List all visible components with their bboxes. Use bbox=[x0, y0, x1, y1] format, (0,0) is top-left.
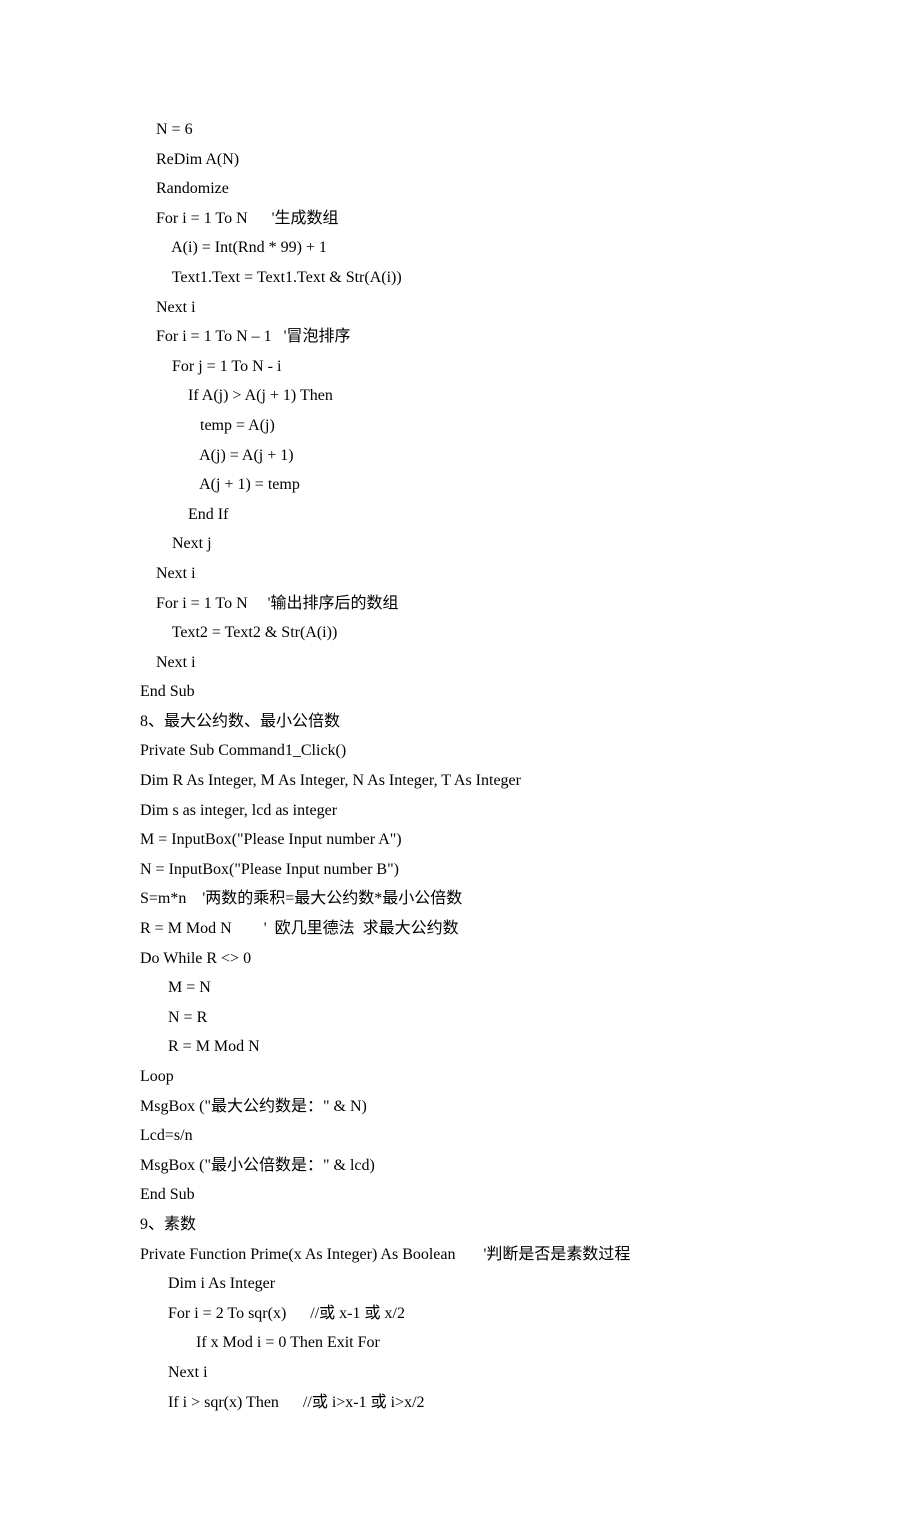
code-line: N = InputBox("Please Input number B") bbox=[140, 855, 780, 885]
code-line: End Sub bbox=[140, 1180, 780, 1210]
code-line: A(j) = A(j + 1) bbox=[140, 441, 780, 471]
code-line: For j = 1 To N - i bbox=[140, 352, 780, 382]
code-line: A(j + 1) = temp bbox=[140, 470, 780, 500]
code-line: Dim R As Integer, M As Integer, N As Int… bbox=[140, 766, 780, 796]
code-line: Dim i As Integer bbox=[140, 1269, 780, 1299]
code-line: Private Sub Command1_Click() bbox=[140, 736, 780, 766]
code-line: MsgBox ("最小公倍数是：" & lcd) bbox=[140, 1151, 780, 1181]
code-line: For i = 1 To N '输出排序后的数组 bbox=[140, 589, 780, 619]
code-line: A(i) = Int(Rnd * 99) + 1 bbox=[140, 233, 780, 263]
code-line: Next i bbox=[140, 1358, 780, 1388]
document-page: N = 6 ReDim A(N) Randomize For i = 1 To … bbox=[140, 115, 780, 1417]
code-line: If i > sqr(x) Then //或 i>x-1 或 i>x/2 bbox=[140, 1388, 780, 1418]
code-line: End Sub bbox=[140, 677, 780, 707]
code-line: 9、素数 bbox=[140, 1210, 780, 1240]
code-line: End If bbox=[140, 500, 780, 530]
code-line: N = R bbox=[140, 1003, 780, 1033]
code-line: For i = 2 To sqr(x) //或 x-1 或 x/2 bbox=[140, 1299, 780, 1329]
code-line: Randomize bbox=[140, 174, 780, 204]
code-line: Next i bbox=[140, 648, 780, 678]
code-line: Private Function Prime(x As Integer) As … bbox=[140, 1240, 780, 1270]
code-line: Next i bbox=[140, 293, 780, 323]
code-line: Next i bbox=[140, 559, 780, 589]
code-line: N = 6 bbox=[140, 115, 780, 145]
code-line: temp = A(j) bbox=[140, 411, 780, 441]
code-line: Lcd=s/n bbox=[140, 1121, 780, 1151]
code-block: N = 6 ReDim A(N) Randomize For i = 1 To … bbox=[140, 115, 780, 1417]
code-line: 8、最大公约数、最小公倍数 bbox=[140, 707, 780, 737]
code-line: Loop bbox=[140, 1062, 780, 1092]
code-line: Text1.Text = Text1.Text & Str(A(i)) bbox=[140, 263, 780, 293]
code-line: S=m*n '两数的乘积=最大公约数*最小公倍数 bbox=[140, 884, 780, 914]
code-line: Next j bbox=[140, 529, 780, 559]
code-line: Do While R <> 0 bbox=[140, 944, 780, 974]
code-line: If x Mod i = 0 Then Exit For bbox=[140, 1328, 780, 1358]
code-line: Dim s as integer, lcd as integer bbox=[140, 796, 780, 826]
code-line: M = InputBox("Please Input number A") bbox=[140, 825, 780, 855]
code-line: M = N bbox=[140, 973, 780, 1003]
code-line: For i = 1 To N '生成数组 bbox=[140, 204, 780, 234]
code-line: MsgBox ("最大公约数是：" & N) bbox=[140, 1092, 780, 1122]
code-line: If A(j) > A(j + 1) Then bbox=[140, 381, 780, 411]
code-line: Text2 = Text2 & Str(A(i)) bbox=[140, 618, 780, 648]
code-line: For i = 1 To N – 1 '冒泡排序 bbox=[140, 322, 780, 352]
code-line: R = M Mod N ' 欧几里德法 求最大公约数 bbox=[140, 914, 780, 944]
code-line: ReDim A(N) bbox=[140, 145, 780, 175]
code-line: R = M Mod N bbox=[140, 1032, 780, 1062]
